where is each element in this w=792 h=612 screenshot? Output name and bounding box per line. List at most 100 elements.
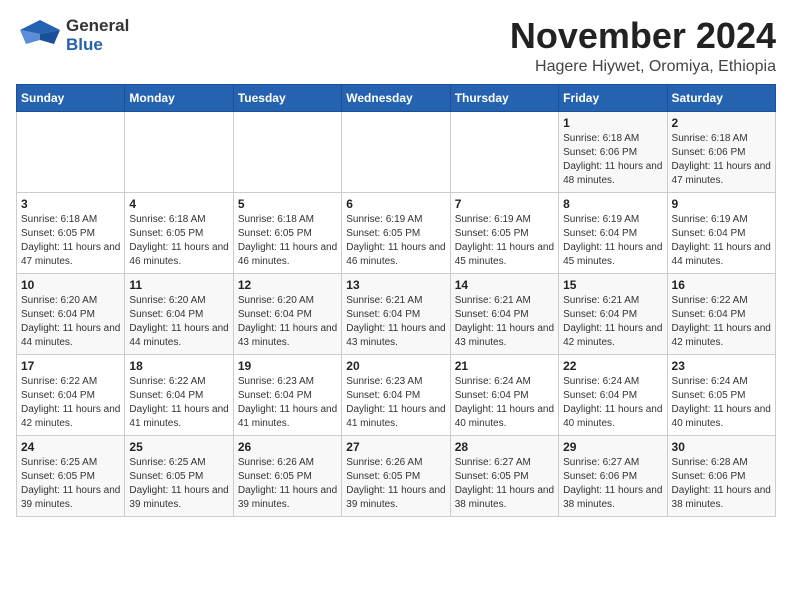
calendar-cell: 6Sunrise: 6:19 AMSunset: 6:05 PMDaylight… (342, 192, 450, 273)
day-number: 11 (129, 278, 228, 292)
calendar-header-wednesday: Wednesday (342, 84, 450, 111)
day-info: Sunrise: 6:22 AMSunset: 6:04 PMDaylight:… (129, 375, 228, 431)
day-info: Sunrise: 6:18 AMSunset: 6:05 PMDaylight:… (21, 213, 120, 269)
logo-blue-text: Blue (66, 36, 129, 55)
calendar-cell: 23 Sunrise: 6:24 AMSunset: 6:05 PMDayligh… (667, 354, 775, 435)
calendar-cell: 25 Sunrise: 6:25 AMSunset: 6:05 PMDayligh… (125, 435, 233, 516)
calendar-cell: 17 Sunrise: 6:22 AMSunset: 6:04 PMDayligh… (17, 354, 125, 435)
calendar-cell (450, 111, 558, 192)
calendar-cell: 9Sunrise: 6:19 AMSunset: 6:04 PMDaylight… (667, 192, 775, 273)
day-number: 13 (346, 278, 445, 292)
day-info: Sunrise: 6:27 AMSunset: 6:05 PMDaylight:… (455, 456, 554, 512)
calendar-cell: 2 Sunrise: 6:18 AMSunset: 6:06 PMDaylight… (667, 111, 775, 192)
day-number: 6 (346, 197, 445, 211)
day-info: Sunrise: 6:19 AMSunset: 6:04 PMDaylight:… (672, 213, 771, 269)
calendar-body: 1 Sunrise: 6:18 AMSunset: 6:06 PMDaylight… (17, 111, 776, 516)
day-number: 10 (21, 278, 120, 292)
calendar-header-sunday: Sunday (17, 84, 125, 111)
calendar-week-4: 17 Sunrise: 6:22 AMSunset: 6:04 PMDayligh… (17, 354, 776, 435)
day-info: Sunrise: 6:18 AMSunset: 6:05 PMDaylight:… (238, 213, 337, 269)
day-number: 22 (563, 359, 662, 373)
day-info: Sunrise: 6:22 AMSunset: 6:04 PMDaylight:… (21, 375, 120, 431)
calendar-cell: 18 Sunrise: 6:22 AMSunset: 6:04 PMDayligh… (125, 354, 233, 435)
month-title: November 2024 (510, 16, 776, 56)
day-number: 17 (21, 359, 120, 373)
day-number: 19 (238, 359, 337, 373)
calendar-cell (125, 111, 233, 192)
day-number: 15 (563, 278, 662, 292)
calendar-cell: 7 Sunrise: 6:19 AMSunset: 6:05 PMDaylight… (450, 192, 558, 273)
day-number: 16 (672, 278, 771, 292)
calendar-cell: 19 Sunrise: 6:23 AMSunset: 6:04 PMDayligh… (233, 354, 341, 435)
calendar-cell: 14 Sunrise: 6:21 AMSunset: 6:04 PMDayligh… (450, 273, 558, 354)
day-number: 7 (455, 197, 554, 211)
calendar-week-1: 1 Sunrise: 6:18 AMSunset: 6:06 PMDaylight… (17, 111, 776, 192)
day-number: 23 (672, 359, 771, 373)
day-info: Sunrise: 6:21 AMSunset: 6:04 PMDaylight:… (563, 294, 662, 350)
day-number: 18 (129, 359, 228, 373)
day-info: Sunrise: 6:26 AMSunset: 6:05 PMDaylight:… (346, 456, 445, 512)
day-number: 2 (672, 116, 771, 130)
calendar-header-saturday: Saturday (667, 84, 775, 111)
calendar-cell (17, 111, 125, 192)
day-info: Sunrise: 6:19 AMSunset: 6:05 PMDaylight:… (455, 213, 554, 269)
day-info: Sunrise: 6:20 AMSunset: 6:04 PMDaylight:… (21, 294, 120, 350)
calendar-cell: 5Sunrise: 6:18 AMSunset: 6:05 PMDaylight… (233, 192, 341, 273)
day-number: 1 (563, 116, 662, 130)
calendar-header-row: SundayMondayTuesdayWednesdayThursdayFrid… (17, 84, 776, 111)
logo: General Blue (16, 16, 129, 56)
title-block: November 2024 Hagere Hiywet, Oromiya, Et… (510, 16, 776, 76)
day-info: Sunrise: 6:24 AMSunset: 6:04 PMDaylight:… (563, 375, 662, 431)
day-number: 27 (346, 440, 445, 454)
day-number: 12 (238, 278, 337, 292)
day-info: Sunrise: 6:18 AMSunset: 6:05 PMDaylight:… (129, 213, 228, 269)
day-number: 25 (129, 440, 228, 454)
calendar-cell: 13Sunrise: 6:21 AMSunset: 6:04 PMDayligh… (342, 273, 450, 354)
day-info: Sunrise: 6:20 AMSunset: 6:04 PMDaylight:… (129, 294, 228, 350)
calendar-cell: 15 Sunrise: 6:21 AMSunset: 6:04 PMDayligh… (559, 273, 667, 354)
day-info: Sunrise: 6:26 AMSunset: 6:05 PMDaylight:… (238, 456, 337, 512)
day-info: Sunrise: 6:18 AMSunset: 6:06 PMDaylight:… (563, 132, 662, 188)
calendar-cell: 27 Sunrise: 6:26 AMSunset: 6:05 PMDayligh… (342, 435, 450, 516)
day-number: 3 (21, 197, 120, 211)
calendar-week-3: 10 Sunrise: 6:20 AMSunset: 6:04 PMDayligh… (17, 273, 776, 354)
calendar-header-tuesday: Tuesday (233, 84, 341, 111)
day-number: 30 (672, 440, 771, 454)
calendar-cell: 24Sunrise: 6:25 AMSunset: 6:05 PMDayligh… (17, 435, 125, 516)
day-info: Sunrise: 6:28 AMSunset: 6:06 PMDaylight:… (672, 456, 771, 512)
day-info: Sunrise: 6:20 AMSunset: 6:04 PMDaylight:… (238, 294, 337, 350)
calendar-cell: 4 Sunrise: 6:18 AMSunset: 6:05 PMDaylight… (125, 192, 233, 273)
calendar-cell: 11 Sunrise: 6:20 AMSunset: 6:04 PMDayligh… (125, 273, 233, 354)
page-header: General Blue November 2024 Hagere Hiywet… (16, 16, 776, 76)
location-text: Hagere Hiywet, Oromiya, Ethiopia (510, 58, 776, 76)
calendar-cell: 12 Sunrise: 6:20 AMSunset: 6:04 PMDayligh… (233, 273, 341, 354)
calendar-cell (342, 111, 450, 192)
day-info: Sunrise: 6:27 AMSunset: 6:06 PMDaylight:… (563, 456, 662, 512)
day-number: 28 (455, 440, 554, 454)
day-info: Sunrise: 6:18 AMSunset: 6:06 PMDaylight:… (672, 132, 771, 188)
calendar-week-2: 3 Sunrise: 6:18 AMSunset: 6:05 PMDaylight… (17, 192, 776, 273)
day-info: Sunrise: 6:24 AMSunset: 6:05 PMDaylight:… (672, 375, 771, 431)
calendar-cell: 29Sunrise: 6:27 AMSunset: 6:06 PMDayligh… (559, 435, 667, 516)
day-info: Sunrise: 6:21 AMSunset: 6:04 PMDaylight:… (455, 294, 554, 350)
day-number: 4 (129, 197, 228, 211)
calendar-cell: 1 Sunrise: 6:18 AMSunset: 6:06 PMDaylight… (559, 111, 667, 192)
day-number: 20 (346, 359, 445, 373)
calendar-cell: 21Sunrise: 6:24 AMSunset: 6:04 PMDayligh… (450, 354, 558, 435)
day-info: Sunrise: 6:19 AMSunset: 6:04 PMDaylight:… (563, 213, 662, 269)
calendar-header-monday: Monday (125, 84, 233, 111)
day-number: 14 (455, 278, 554, 292)
calendar-header-friday: Friday (559, 84, 667, 111)
day-info: Sunrise: 6:25 AMSunset: 6:05 PMDaylight:… (129, 456, 228, 512)
calendar-cell: 22 Sunrise: 6:24 AMSunset: 6:04 PMDayligh… (559, 354, 667, 435)
calendar-table: SundayMondayTuesdayWednesdayThursdayFrid… (16, 84, 776, 517)
calendar-cell: 16Sunrise: 6:22 AMSunset: 6:04 PMDayligh… (667, 273, 775, 354)
calendar-cell: 26 Sunrise: 6:26 AMSunset: 6:05 PMDayligh… (233, 435, 341, 516)
logo-icon (16, 16, 64, 56)
day-number: 26 (238, 440, 337, 454)
calendar-cell: 10 Sunrise: 6:20 AMSunset: 6:04 PMDayligh… (17, 273, 125, 354)
day-info: Sunrise: 6:23 AMSunset: 6:04 PMDaylight:… (238, 375, 337, 431)
calendar-cell: 28 Sunrise: 6:27 AMSunset: 6:05 PMDayligh… (450, 435, 558, 516)
calendar-cell: 20Sunrise: 6:23 AMSunset: 6:04 PMDayligh… (342, 354, 450, 435)
day-info: Sunrise: 6:24 AMSunset: 6:04 PMDaylight:… (455, 375, 554, 431)
